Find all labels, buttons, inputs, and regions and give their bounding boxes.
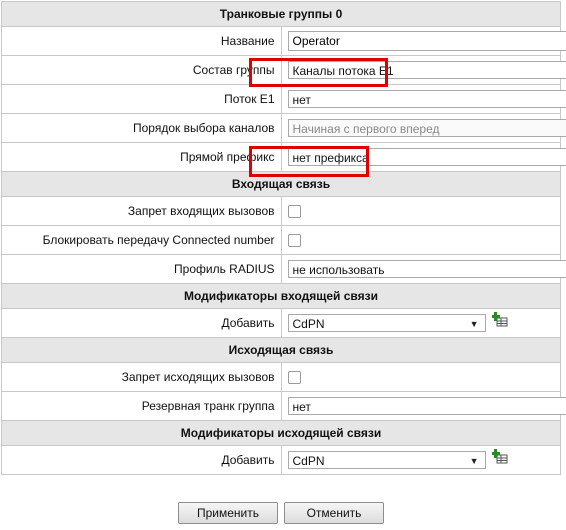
order-select[interactable]: Начиная с первого вперед▼ xyxy=(287,119,566,137)
cancel-button[interactable]: Отменить xyxy=(284,502,384,524)
stream-select[interactable]: нет▼ xyxy=(287,90,566,108)
reserve-value: нет xyxy=(292,400,311,414)
add-out-value: CdPN xyxy=(292,454,325,468)
section-outgoing: Исходящая связь xyxy=(1,337,561,363)
deny-outgoing-checkbox[interactable] xyxy=(287,371,301,385)
add-in-select[interactable]: CdPN ▼ xyxy=(287,314,486,332)
section-incoming-mods: Модификаторы входящей связи xyxy=(1,283,561,309)
prefix-label: Прямой префикс xyxy=(1,142,282,172)
deny-incoming-label: Запрет входящих вызовов xyxy=(1,196,282,226)
add-in-value: CdPN xyxy=(292,317,325,331)
add-table-icon[interactable] xyxy=(490,448,508,464)
name-label: Название xyxy=(1,26,282,56)
radius-select[interactable]: не использовать▼ xyxy=(287,260,566,278)
deny-outgoing-label: Запрет исходящих вызовов xyxy=(1,362,282,392)
section-outgoing-mods: Модификаторы исходящей связи xyxy=(1,420,561,446)
stream-label: Поток E1 xyxy=(1,84,282,114)
chevron-down-icon: ▼ xyxy=(469,456,479,466)
section-trunk-groups: Транковые группы 0 xyxy=(1,1,561,27)
order-value: Начиная с первого вперед xyxy=(292,122,440,136)
radius-label: Профиль RADIUS xyxy=(1,254,282,284)
block-connected-label: Блокировать передачу Connected number xyxy=(1,225,282,255)
composition-label: Состав группы xyxy=(1,55,282,85)
order-label: Порядок выбора каналов xyxy=(1,113,282,143)
name-input[interactable] xyxy=(287,31,566,51)
block-connected-checkbox[interactable] xyxy=(287,234,301,248)
add-out-label: Добавить xyxy=(1,445,282,475)
chevron-down-icon: ▼ xyxy=(469,319,479,329)
stream-value: нет xyxy=(292,93,311,107)
add-table-icon[interactable] xyxy=(490,311,508,327)
add-in-label: Добавить xyxy=(1,308,282,338)
deny-incoming-checkbox[interactable] xyxy=(287,205,301,219)
radius-value: не использовать xyxy=(292,263,385,277)
reserve-select[interactable]: нет▼ xyxy=(287,397,566,415)
apply-button[interactable]: Применить xyxy=(178,502,278,524)
composition-highlight xyxy=(249,58,388,87)
add-out-select[interactable]: CdPN ▼ xyxy=(287,451,486,469)
reserve-label: Резервная транк группа xyxy=(1,391,282,421)
prefix-highlight xyxy=(249,146,369,177)
